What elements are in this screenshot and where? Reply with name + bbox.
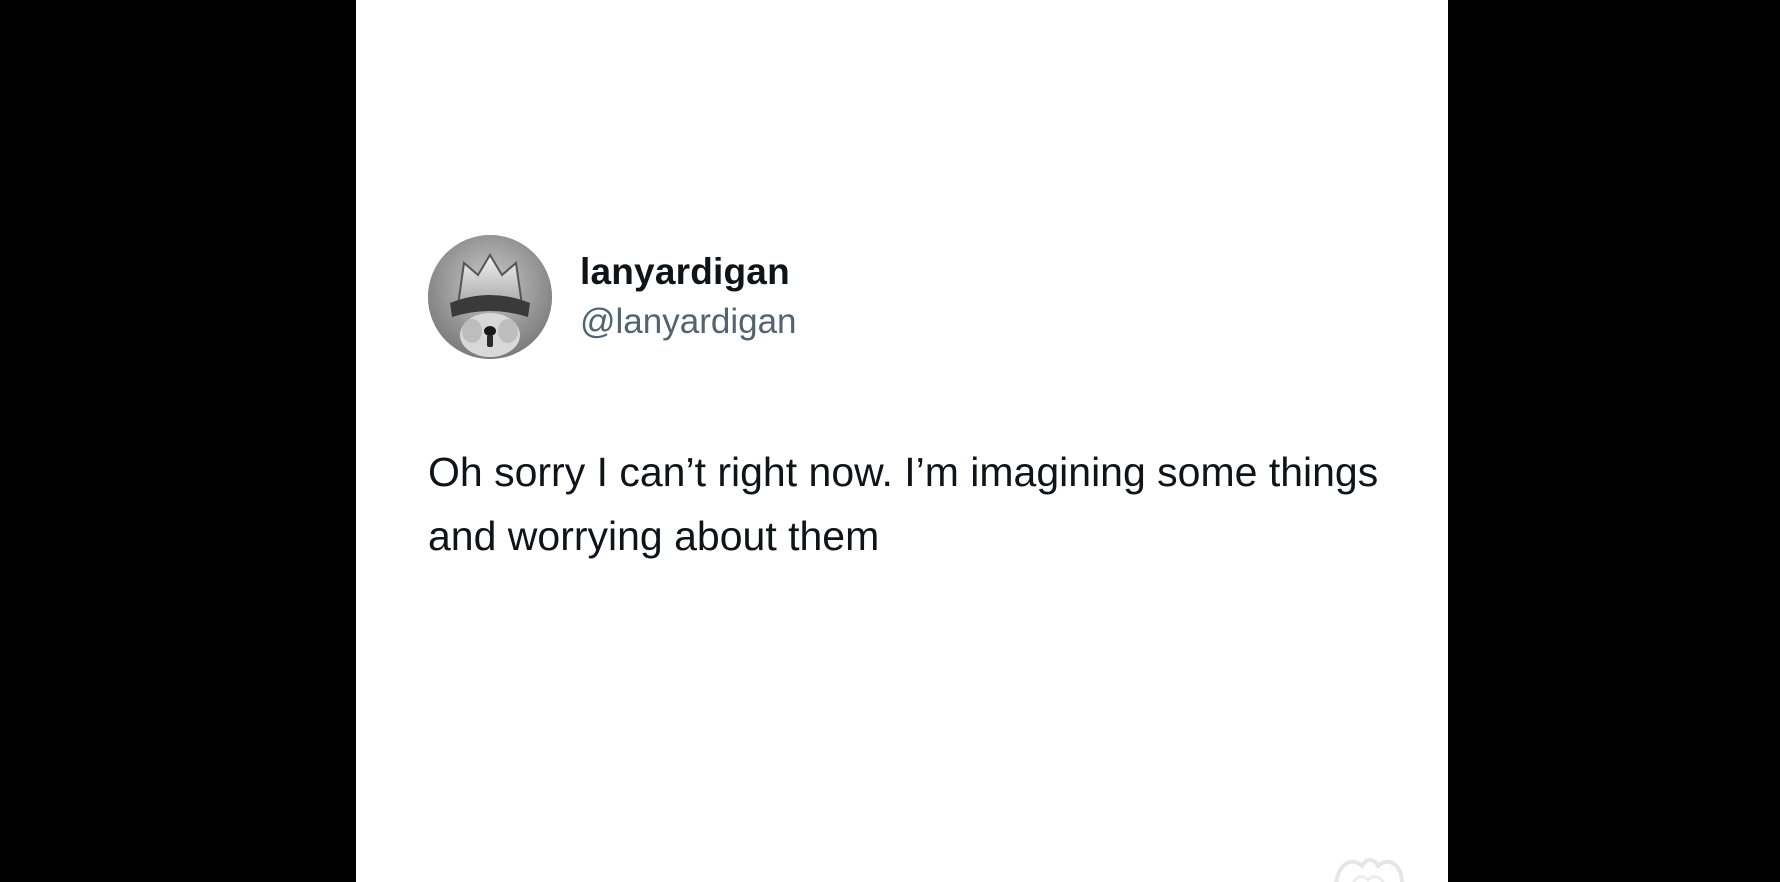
helmeted-dog-avatar-icon — [428, 235, 552, 359]
tweet-text: Oh sorry I can’t right now. I’m imaginin… — [428, 449, 1379, 559]
avatar[interactable] — [428, 235, 552, 359]
letterbox-right — [1448, 0, 1780, 882]
author-names: lanyardigan @lanyardigan — [580, 249, 797, 345]
tweet-header: lanyardigan @lanyardigan — [428, 234, 797, 360]
user-handle[interactable]: @lanyardigan — [580, 299, 797, 345]
letterbox-left — [0, 0, 356, 882]
meme-watermark-icon — [1328, 850, 1410, 882]
display-name[interactable]: lanyardigan — [580, 249, 797, 295]
tweet-card: lanyardigan @lanyardigan Oh sorry I can’… — [356, 0, 1448, 882]
